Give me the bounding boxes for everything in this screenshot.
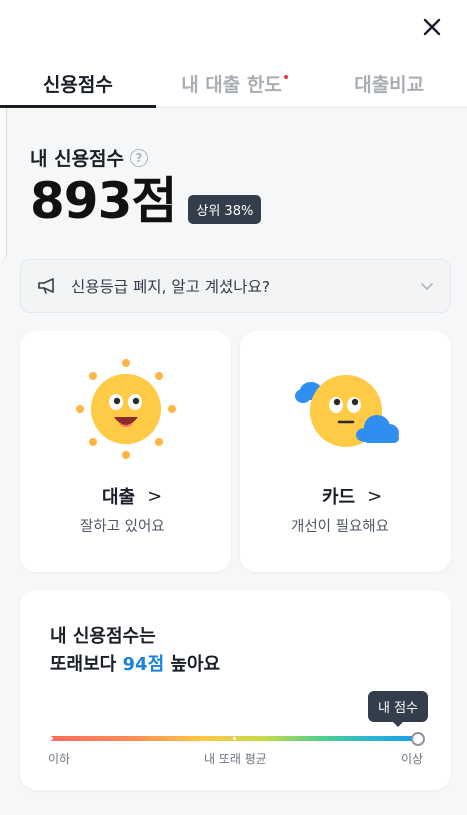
comparison-prefix: 또래보다 xyxy=(50,654,123,675)
chevron-right-icon: > xyxy=(147,485,163,507)
chevron-right-icon: > xyxy=(367,485,383,507)
card-card-subtitle: 개선이 필요해요 xyxy=(291,519,389,535)
bar-label-low: 이하 xyxy=(48,752,71,766)
bar-start-tick xyxy=(50,737,53,740)
score-difference: 94점 xyxy=(122,654,165,675)
tab-loan-compare[interactable]: 대출비교 xyxy=(311,60,467,107)
tab-loan-limit-label: 내 대출 한도 xyxy=(181,74,282,96)
bar-label-high: 이상 xyxy=(401,752,424,766)
tab-loan-limit[interactable]: 내 대출 한도 xyxy=(156,60,312,107)
tab-bar: 신용점수 내 대출 한도 대출비교 xyxy=(0,60,467,108)
chevron-down-icon xyxy=(421,283,433,290)
comparison-line-1: 내 신용점수는 xyxy=(50,626,156,647)
bar-mid-tick xyxy=(233,737,236,740)
cloudy-face-icon xyxy=(294,375,399,447)
my-score-tooltip: 내 점수 xyxy=(368,691,429,727)
loan-card-subtitle: 잘하고 있어요 xyxy=(80,519,165,535)
tab-credit-score[interactable]: 신용점수 xyxy=(0,60,156,108)
side-panel-edge xyxy=(0,108,7,260)
close-icon xyxy=(423,18,441,36)
card-card-title-label: 카드 xyxy=(322,487,356,508)
new-dot-badge xyxy=(283,75,288,79)
comparison-suffix: 높아요 xyxy=(164,654,221,675)
megaphone-icon xyxy=(38,278,54,294)
credit-score-value: 893점 xyxy=(30,172,177,230)
my-score-marker xyxy=(411,732,425,746)
loan-card-title-label: 대출 xyxy=(102,487,136,508)
happy-sun-icon xyxy=(75,359,176,459)
score-row: 893점 상위 38% xyxy=(30,170,262,232)
peer-comparison-card: 내 신용점수는 또래보다 94점 높아요 내 점수 이하 내 또래 평균 이상 xyxy=(20,590,451,790)
tab-credit-score-label: 신용점수 xyxy=(42,74,113,96)
rank-badge: 상위 38% xyxy=(188,195,262,224)
help-icon[interactable]: ? xyxy=(130,148,149,167)
top-bar: 신용점수 내 대출 한도 대출비교 xyxy=(0,0,467,108)
notice-banner[interactable]: 신용등급 폐지, 알고 계셨나요? xyxy=(20,259,451,313)
loan-card-title[interactable]: 대출 > xyxy=(102,483,162,509)
score-label: 내 신용점수 xyxy=(30,148,125,170)
bar-label-average: 내 또래 평균 xyxy=(204,752,267,766)
notice-text: 신용등급 폐지, 알고 계셨나요? xyxy=(71,278,271,296)
comparison-line-2: 또래보다 94점 높아요 xyxy=(50,650,220,676)
tab-loan-compare-label: 대출비교 xyxy=(354,74,425,96)
score-header: 내 신용점수 ? xyxy=(30,144,149,171)
close-button[interactable] xyxy=(419,14,445,40)
card-card-title[interactable]: 카드 > xyxy=(322,483,382,509)
